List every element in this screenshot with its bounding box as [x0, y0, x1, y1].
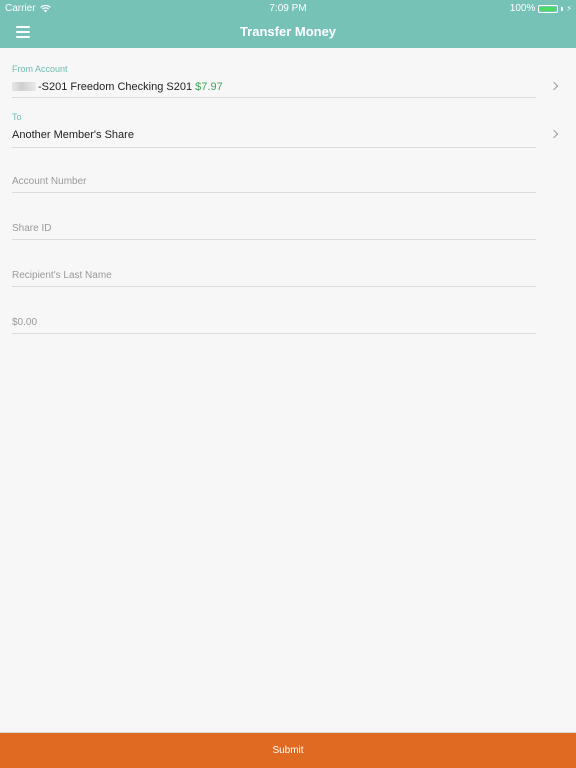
from-account-balance: $7.97 — [195, 81, 223, 93]
from-account-name: -S201 Freedom Checking S201 — [38, 81, 193, 93]
nav-bar: Transfer Money — [0, 16, 576, 48]
amount-input[interactable]: $0.00 — [12, 287, 536, 334]
recipient-last-name-input[interactable]: Recipient's Last Name — [12, 240, 536, 287]
to-label: To — [12, 112, 22, 122]
recipient-last-name-placeholder: Recipient's Last Name — [12, 270, 112, 281]
share-id-input[interactable]: Share ID — [12, 193, 536, 240]
charging-icon: ⚡ — [566, 4, 572, 13]
account-number-placeholder: Account Number — [12, 176, 87, 187]
share-id-placeholder: Share ID — [12, 223, 52, 234]
submit-label: Submit — [272, 745, 304, 756]
submit-button[interactable]: Submit — [0, 732, 576, 768]
status-time: 7:09 PM — [269, 3, 307, 14]
masked-account-number — [12, 82, 36, 91]
header: Carrier 7:09 PM 100% ⚡ Transfer Money — [0, 0, 576, 48]
battery-percent: 100% — [509, 3, 536, 14]
battery-icon — [538, 4, 559, 13]
to-value: Another Member's Share — [12, 129, 134, 141]
battery-tip — [561, 6, 564, 11]
to-chevron-icon[interactable] — [550, 129, 560, 141]
from-account-label: From Account — [12, 64, 68, 74]
app: Carrier 7:09 PM 100% ⚡ Transfer Money Fr… — [0, 0, 576, 768]
status-bar: Carrier 7:09 PM 100% ⚡ — [0, 0, 576, 16]
from-account-chevron-icon[interactable] — [550, 81, 560, 93]
from-account-value: -S201 Freedom Checking S201 $7.97 — [12, 81, 223, 93]
account-number-input[interactable]: Account Number — [12, 148, 536, 193]
to-field[interactable]: To Another Member's Share — [12, 98, 536, 148]
amount-placeholder: $0.00 — [12, 317, 38, 328]
page-title: Transfer Money — [239, 24, 337, 39]
battery-indicator: 100% ⚡ — [510, 3, 572, 14]
from-account-field[interactable]: From Account -S201 Freedom Checking S201… — [12, 48, 536, 98]
